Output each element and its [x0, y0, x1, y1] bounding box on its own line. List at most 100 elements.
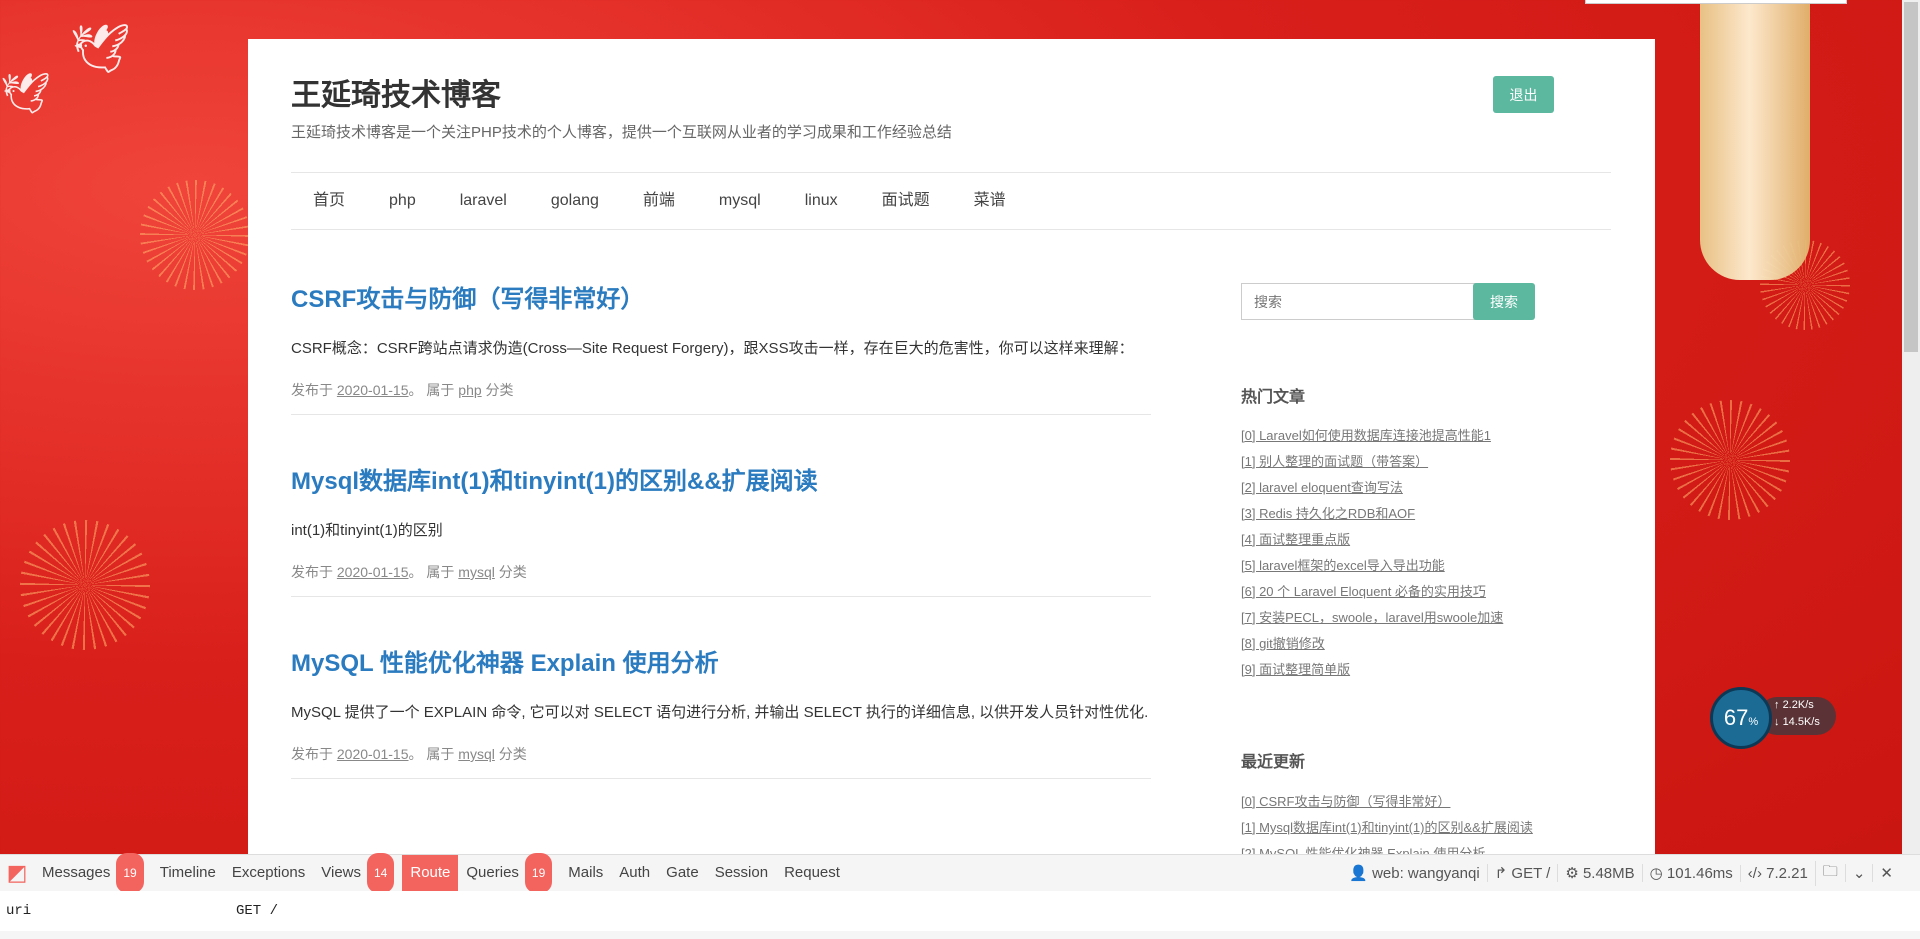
post-list: CSRF攻击与防御（写得非常好） CSRF概念：CSRF跨站点请求伪造(Cros…	[291, 269, 1151, 779]
meta-suffix: 分类	[498, 746, 527, 762]
meta-mid: 。 属于	[408, 746, 455, 762]
list-item: [0] CSRF攻击与防御（写得非常好）	[1241, 789, 1533, 815]
nav-item-mysql[interactable]: mysql	[697, 173, 783, 229]
nav-item-recipes[interactable]: 菜谱	[952, 173, 1028, 229]
post-excerpt: CSRF概念：CSRF跨站点请求伪造(Cross—Site Request Fo…	[291, 340, 1134, 357]
hot-article-link[interactable]: [5] laravel框架的excel导入导出功能	[1241, 558, 1445, 573]
percent-unit: %	[1748, 716, 1759, 728]
nav-item-laravel[interactable]: laravel	[438, 173, 529, 229]
hot-article-link[interactable]: [4] 面试整理重点版	[1241, 532, 1350, 547]
hot-articles-title: 热门文章	[1241, 389, 1306, 406]
scrollbar-thumb[interactable]	[1904, 2, 1918, 352]
post-item: CSRF攻击与防御（写得非常好） CSRF概念：CSRF跨站点请求伪造(Cros…	[291, 269, 1151, 415]
meta-mid: 。 属于	[408, 564, 455, 580]
list-item: [3] Redis 持久化之RDB和AOF	[1241, 501, 1503, 527]
chevron-down-icon[interactable]: ⌄	[1844, 864, 1873, 882]
list-item: [1] 别人整理的面试题（带答案）	[1241, 449, 1503, 475]
close-icon[interactable]: ✕	[1872, 864, 1900, 882]
hot-article-link[interactable]: [3] Redis 持久化之RDB和AOF	[1241, 506, 1415, 521]
recent-updates-title: 最近更新	[1241, 754, 1306, 771]
page-container: 王延琦技术博客 王延琦技术博客是一个关注PHP技术的个人博客，提供一个互联网从业…	[248, 39, 1655, 861]
user-indicator[interactable]: 👤 web: wangyanqi	[1342, 864, 1486, 882]
logout-button[interactable]: 退出	[1493, 76, 1554, 113]
version-value: 7.2.21	[1766, 864, 1808, 882]
time-indicator[interactable]: ◷ 101.46ms	[1641, 864, 1740, 882]
list-item: [6] 20 个 Laravel Eloquent 必备的实用技巧	[1241, 579, 1503, 605]
tab-session[interactable]: Session	[707, 855, 776, 891]
tab-queries[interactable]: Queries 19	[458, 853, 560, 893]
post-title[interactable]: MySQL 性能优化神器 Explain 使用分析	[291, 643, 1151, 678]
list-item: [5] laravel框架的excel导入导出功能	[1241, 553, 1503, 579]
post-item: MySQL 性能优化神器 Explain 使用分析 MySQL 提供了一个 EX…	[291, 597, 1151, 779]
dove-decoration: 🕊	[70, 23, 131, 76]
tab-label: Exceptions	[231, 864, 306, 881]
debugbar-header: ◩ Messages 19 Timeline Exceptions Views 14…	[0, 853, 1920, 893]
upload-speed: ↑ 2.2K/s	[1774, 699, 1814, 711]
tab-mails[interactable]: Mails	[560, 855, 611, 891]
tab-messages[interactable]: Messages 19	[34, 853, 152, 893]
php-version-indicator[interactable]: ‹/› 7.2.21	[1739, 864, 1815, 882]
hot-article-link[interactable]: [0] Laravel如何使用数据库连接池提高性能1	[1241, 428, 1491, 443]
nav-item-golang[interactable]: golang	[529, 173, 621, 229]
site-description: 王延琦技术博客是一个关注PHP技术的个人博客，提供一个互联网从业者的学习成果和工…	[291, 124, 952, 141]
tab-exceptions[interactable]: Exceptions	[224, 855, 313, 891]
method-value: GET /	[1511, 865, 1551, 882]
list-item: [0] Laravel如何使用数据库连接池提高性能1	[1241, 423, 1503, 449]
nav-item-linux[interactable]: linux	[783, 173, 860, 229]
download-speed-value: 14.5K/s	[1782, 716, 1820, 728]
main-navigation: 首页 php laravel golang 前端 mysql linux 面试题…	[291, 172, 1611, 230]
network-speed-widget[interactable]: ↑ 2.2K/s ↓ 14.5K/s 67%	[1710, 687, 1836, 749]
memory-usage-gauge: 67%	[1710, 687, 1772, 749]
hot-article-link[interactable]: [9] 面试整理简单版	[1241, 662, 1350, 677]
search-button[interactable]: 搜索	[1473, 283, 1535, 320]
firework-decoration	[140, 180, 250, 290]
tab-badge: 19	[524, 853, 553, 893]
hot-article-link[interactable]: [1] 别人整理的面试题（带答案）	[1241, 454, 1428, 469]
list-item: [2] laravel eloquent查询写法	[1241, 475, 1503, 501]
recent-article-link[interactable]: [1] Mysql数据库int(1)和tinyint(1)的区别&&扩展阅读	[1241, 820, 1533, 835]
nav-item-frontend[interactable]: 前端	[621, 173, 697, 229]
nav-item-php[interactable]: php	[367, 173, 438, 229]
tab-gate[interactable]: Gate	[658, 855, 707, 891]
nav-item-home[interactable]: 首页	[291, 173, 367, 229]
tab-label: Request	[784, 864, 840, 881]
post-date-link[interactable]: 2020-01-15	[337, 746, 409, 762]
post-date-link[interactable]: 2020-01-15	[337, 564, 409, 580]
post-category-link[interactable]: php	[458, 382, 481, 398]
nav-item-interview[interactable]: 面试题	[860, 173, 952, 229]
time-value: 101.46ms	[1666, 865, 1733, 882]
tab-request[interactable]: Request	[776, 855, 848, 891]
hot-article-link[interactable]: [6] 20 个 Laravel Eloquent 必备的实用技巧	[1241, 584, 1486, 599]
folder-icon[interactable]: 🗀	[1814, 860, 1845, 886]
request-method-indicator[interactable]: ↱ GET /	[1486, 864, 1558, 882]
list-item: [8] git撤销修改	[1241, 631, 1503, 657]
tab-views[interactable]: Views 14	[313, 853, 402, 893]
dove-decoration: 🕊	[0, 72, 51, 116]
memory-indicator[interactable]: ⚙ 5.48MB	[1557, 864, 1641, 882]
post-category-link[interactable]: mysql	[458, 746, 495, 762]
post-meta: 发布于 2020-01-15。 属于 php 分类	[291, 380, 1151, 414]
page-scrollbar[interactable]	[1902, 0, 1920, 854]
firework-decoration	[20, 520, 150, 650]
post-title[interactable]: CSRF攻击与防御（写得非常好）	[291, 279, 1151, 314]
hot-article-link[interactable]: [2] laravel eloquent查询写法	[1241, 480, 1403, 495]
hot-article-link[interactable]: [7] 安装PECL，swoole，laravel用swoole加速	[1241, 610, 1503, 625]
tab-label: Mails	[568, 864, 604, 881]
site-title[interactable]: 王延琦技术博客	[291, 70, 501, 114]
post-title[interactable]: Mysql数据库int(1)和tinyint(1)的区别&&扩展阅读	[291, 461, 1151, 496]
list-item: [1] Mysql数据库int(1)和tinyint(1)的区别&&扩展阅读	[1241, 815, 1533, 841]
meta-suffix: 分类	[485, 382, 514, 398]
list-item: [4] 面试整理重点版	[1241, 527, 1503, 553]
hot-article-link[interactable]: [8] git撤销修改	[1241, 636, 1325, 651]
tab-timeline[interactable]: Timeline	[152, 855, 224, 891]
post-meta: 发布于 2020-01-15。 属于 mysql 分类	[291, 744, 1151, 778]
tab-auth[interactable]: Auth	[611, 855, 658, 891]
tab-label: Gate	[666, 864, 699, 881]
laravel-logo-icon[interactable]: ◩	[0, 855, 34, 891]
post-excerpt: MySQL 提供了一个 EXPLAIN 命令, 它可以对 SELECT 语句进行…	[291, 704, 1149, 721]
post-category-link[interactable]: mysql	[458, 564, 495, 580]
recent-article-link[interactable]: [0] CSRF攻击与防御（写得非常好）	[1241, 794, 1450, 809]
search-input[interactable]	[1241, 283, 1492, 320]
tab-route[interactable]: Route	[402, 855, 459, 891]
post-date-link[interactable]: 2020-01-15	[337, 382, 409, 398]
